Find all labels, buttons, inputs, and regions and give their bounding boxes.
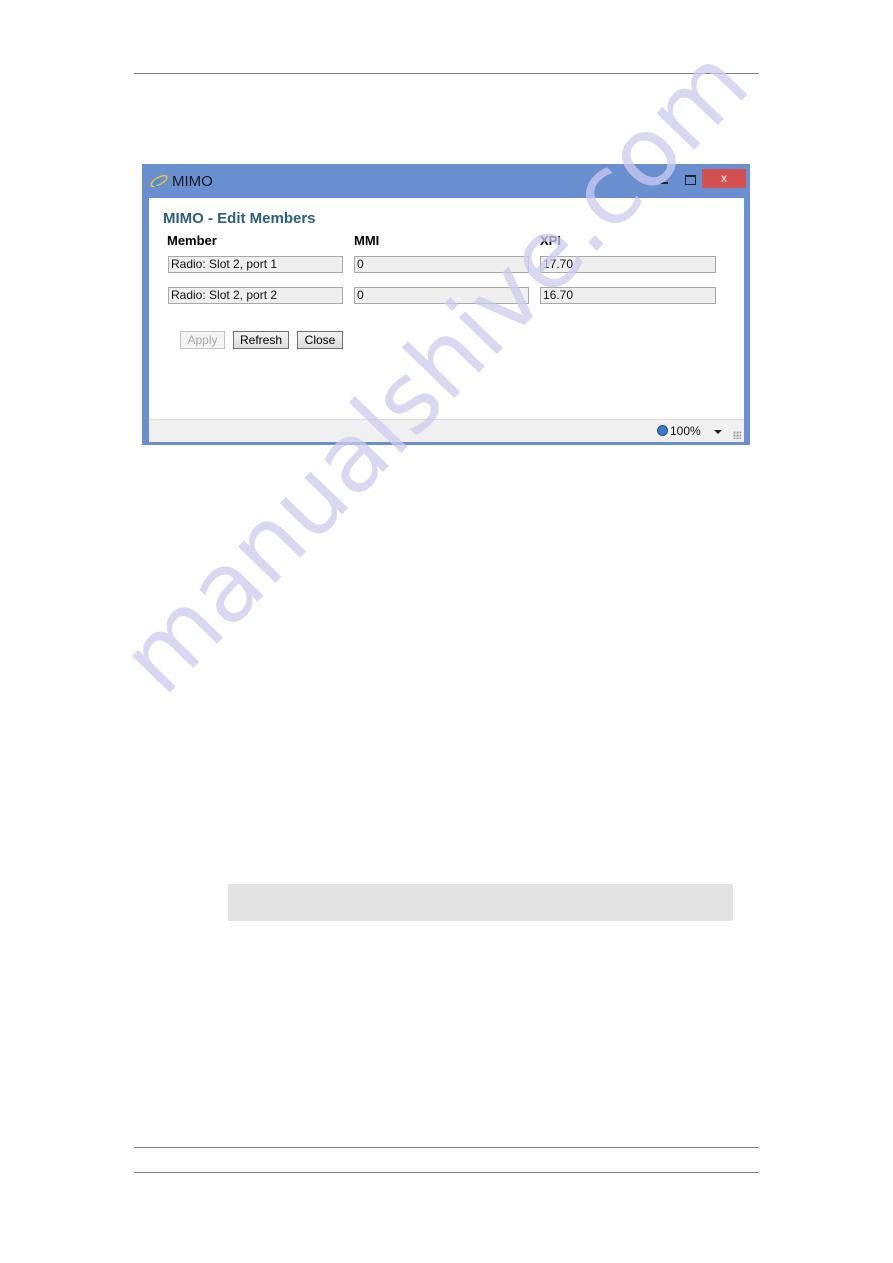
maximize-button[interactable] <box>680 169 700 188</box>
zoom-magnifier-icon <box>657 425 668 436</box>
column-header-member: Member <box>167 233 217 248</box>
refresh-button[interactable]: Refresh <box>233 331 289 349</box>
zoom-level-control[interactable]: 100% <box>657 424 701 438</box>
xpi-field-1[interactable]: 17.70 <box>540 256 716 273</box>
page-title: MIMO - Edit Members <box>163 210 316 227</box>
resize-grip-icon[interactable] <box>733 431 741 439</box>
status-bar: 100% <box>149 419 744 442</box>
window-title: MIMO <box>172 173 213 190</box>
minimize-icon <box>660 181 668 184</box>
footer-rule-top <box>134 1147 759 1148</box>
dialog-content: MIMO - Edit Members Member MMI XPI Radio… <box>149 198 744 419</box>
zoom-level: 100% <box>670 424 701 438</box>
close-icon: x <box>721 171 727 185</box>
minimize-button[interactable] <box>654 169 674 188</box>
close-button[interactable]: Close <box>297 331 343 349</box>
svg-text:e: e <box>153 172 161 191</box>
title-bar[interactable]: e MIMO x <box>142 164 750 198</box>
gray-note-box <box>228 884 733 921</box>
mmi-field-2[interactable]: 0 <box>354 287 529 304</box>
internet-explorer-icon: e <box>150 172 168 191</box>
member-field-1[interactable]: Radio: Slot 2, port 1 <box>168 256 343 273</box>
xpi-field-2[interactable]: 16.70 <box>540 287 716 304</box>
mmi-field-1[interactable]: 0 <box>354 256 529 273</box>
column-header-xpi: XPI <box>540 233 561 248</box>
footer-rule-bottom <box>134 1172 759 1173</box>
column-header-mmi: MMI <box>354 233 380 248</box>
top-rule <box>134 73 759 74</box>
close-window-button[interactable]: x <box>702 169 746 188</box>
apply-button[interactable]: Apply <box>180 331 225 349</box>
browser-window: e MIMO x MIMO - Edit Members Member MMI … <box>142 164 750 445</box>
maximize-icon <box>684 174 696 185</box>
zoom-dropdown-icon[interactable] <box>714 430 722 434</box>
member-field-2[interactable]: Radio: Slot 2, port 2 <box>168 287 343 304</box>
